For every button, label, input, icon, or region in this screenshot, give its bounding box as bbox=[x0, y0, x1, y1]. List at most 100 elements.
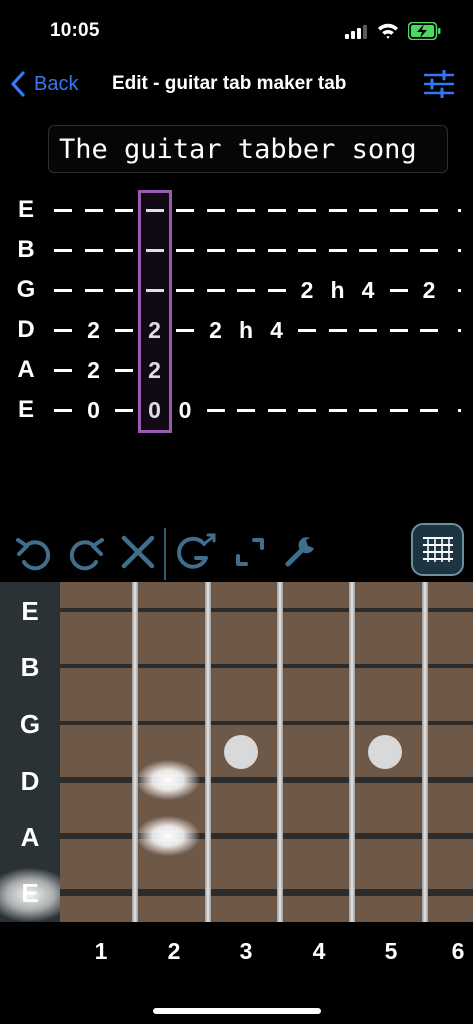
tab-dash[interactable] bbox=[384, 394, 414, 426]
tab-dash[interactable] bbox=[384, 194, 414, 226]
redo-icon bbox=[69, 538, 104, 571]
fretboard-string-label[interactable]: A bbox=[0, 822, 60, 853]
tab-dash[interactable] bbox=[414, 234, 444, 266]
tab-dash[interactable] bbox=[201, 234, 231, 266]
pressed-note-highlight[interactable] bbox=[136, 816, 200, 856]
tab-note[interactable]: 4 bbox=[353, 274, 383, 306]
tab-note[interactable]: 0 bbox=[170, 394, 200, 426]
tab-dash[interactable] bbox=[231, 394, 261, 426]
delete-button[interactable] bbox=[118, 532, 158, 572]
tab-dash[interactable] bbox=[201, 394, 231, 426]
tab-note[interactable]: h bbox=[231, 314, 261, 346]
tab-dash[interactable] bbox=[48, 234, 78, 266]
tab-note[interactable]: 0 bbox=[79, 394, 109, 426]
tab-note[interactable]: 4 bbox=[262, 314, 292, 346]
expand-icon bbox=[236, 538, 264, 566]
tab-dash[interactable] bbox=[48, 274, 78, 306]
tab-dash[interactable] bbox=[262, 194, 292, 226]
fretboard-string-label[interactable]: B bbox=[0, 652, 60, 683]
tab-dash[interactable] bbox=[109, 274, 139, 306]
tab-dash[interactable] bbox=[292, 234, 322, 266]
tab-dash[interactable] bbox=[292, 314, 322, 346]
tab-dash[interactable] bbox=[170, 274, 200, 306]
tab-end-marker[interactable] bbox=[445, 274, 473, 306]
grid-icon bbox=[423, 537, 453, 562]
back-button[interactable]: Back bbox=[10, 70, 78, 98]
tab-dash[interactable] bbox=[414, 314, 444, 346]
tab-dash[interactable] bbox=[292, 394, 322, 426]
tab-dash[interactable] bbox=[323, 394, 353, 426]
tab-dash[interactable] bbox=[48, 194, 78, 226]
tab-note[interactable]: 2 bbox=[201, 314, 231, 346]
song-title-field[interactable]: The guitar tabber song bbox=[48, 125, 448, 173]
tab-dash[interactable] bbox=[353, 234, 383, 266]
tab-editor[interactable]: E000A22D222h4G2h42BE bbox=[0, 190, 473, 440]
tab-cursor-column[interactable] bbox=[138, 190, 172, 433]
tab-end-marker[interactable] bbox=[445, 234, 473, 266]
tab-dash[interactable] bbox=[48, 354, 78, 386]
guitar-mode-button[interactable] bbox=[176, 532, 216, 572]
tab-note[interactable]: 2 bbox=[414, 274, 444, 306]
tab-dash[interactable] bbox=[323, 314, 353, 346]
tab-end-marker[interactable] bbox=[445, 314, 473, 346]
tab-dash[interactable] bbox=[353, 314, 383, 346]
tools-button[interactable] bbox=[280, 532, 320, 572]
fret-area[interactable] bbox=[60, 582, 473, 922]
guitar-string bbox=[60, 888, 473, 896]
tab-dash[interactable] bbox=[384, 234, 414, 266]
tab-dash[interactable] bbox=[109, 194, 139, 226]
tab-dash[interactable] bbox=[48, 314, 78, 346]
tab-dash[interactable] bbox=[109, 234, 139, 266]
expand-button[interactable] bbox=[230, 532, 270, 572]
tab-dash[interactable] bbox=[262, 274, 292, 306]
fret-inlay-dot bbox=[368, 735, 402, 769]
tab-dash[interactable] bbox=[109, 354, 139, 386]
tab-dash[interactable] bbox=[170, 234, 200, 266]
tab-dash[interactable] bbox=[414, 394, 444, 426]
settings-button[interactable] bbox=[423, 69, 455, 99]
tab-dash[interactable] bbox=[79, 234, 109, 266]
tab-dash[interactable] bbox=[170, 314, 200, 346]
fretboard-string-label[interactable]: E bbox=[0, 596, 60, 627]
tab-dash[interactable] bbox=[109, 394, 139, 426]
tab-dash[interactable] bbox=[48, 394, 78, 426]
tab-dash[interactable] bbox=[292, 194, 322, 226]
tab-dash[interactable] bbox=[231, 234, 261, 266]
tab-dash[interactable] bbox=[262, 234, 292, 266]
tab-dash[interactable] bbox=[170, 194, 200, 226]
tab-note[interactable]: 2 bbox=[79, 354, 109, 386]
fretboard[interactable]: EBGDAE bbox=[0, 582, 473, 922]
tab-dash[interactable] bbox=[384, 314, 414, 346]
tab-note[interactable]: h bbox=[323, 274, 353, 306]
tab-dash[interactable] bbox=[323, 234, 353, 266]
tab-end-marker[interactable] bbox=[445, 194, 473, 226]
tab-end-marker[interactable] bbox=[445, 394, 473, 426]
grid-view-button[interactable] bbox=[411, 523, 464, 576]
tab-dash[interactable] bbox=[201, 194, 231, 226]
tab-dash[interactable] bbox=[79, 274, 109, 306]
fret-number: 5 bbox=[384, 938, 398, 964]
fretboard-string-label[interactable]: G bbox=[0, 709, 60, 740]
tab-note[interactable]: 2 bbox=[79, 314, 109, 346]
tab-dash[interactable] bbox=[109, 314, 139, 346]
tab-dash[interactable] bbox=[414, 194, 444, 226]
redo-button[interactable] bbox=[66, 532, 106, 572]
fretboard-string-label[interactable]: E bbox=[0, 878, 60, 909]
tab-dash[interactable] bbox=[353, 394, 383, 426]
undo-button[interactable] bbox=[14, 532, 54, 572]
tab-dash[interactable] bbox=[231, 274, 261, 306]
tab-dash[interactable] bbox=[79, 194, 109, 226]
tab-string-name: G bbox=[16, 276, 36, 303]
chevron-left-icon bbox=[11, 71, 25, 97]
pressed-note-highlight[interactable] bbox=[136, 760, 200, 800]
string-label-column: EBGDAE bbox=[0, 582, 72, 922]
tab-dash[interactable] bbox=[323, 194, 353, 226]
fretboard-string-label[interactable]: D bbox=[0, 766, 60, 797]
tab-dash[interactable] bbox=[231, 194, 261, 226]
toolbar-divider bbox=[164, 528, 166, 580]
tab-note[interactable]: 2 bbox=[292, 274, 322, 306]
tab-dash[interactable] bbox=[262, 394, 292, 426]
tab-dash[interactable] bbox=[353, 194, 383, 226]
tab-dash[interactable] bbox=[201, 274, 231, 306]
tab-dash[interactable] bbox=[384, 274, 414, 306]
